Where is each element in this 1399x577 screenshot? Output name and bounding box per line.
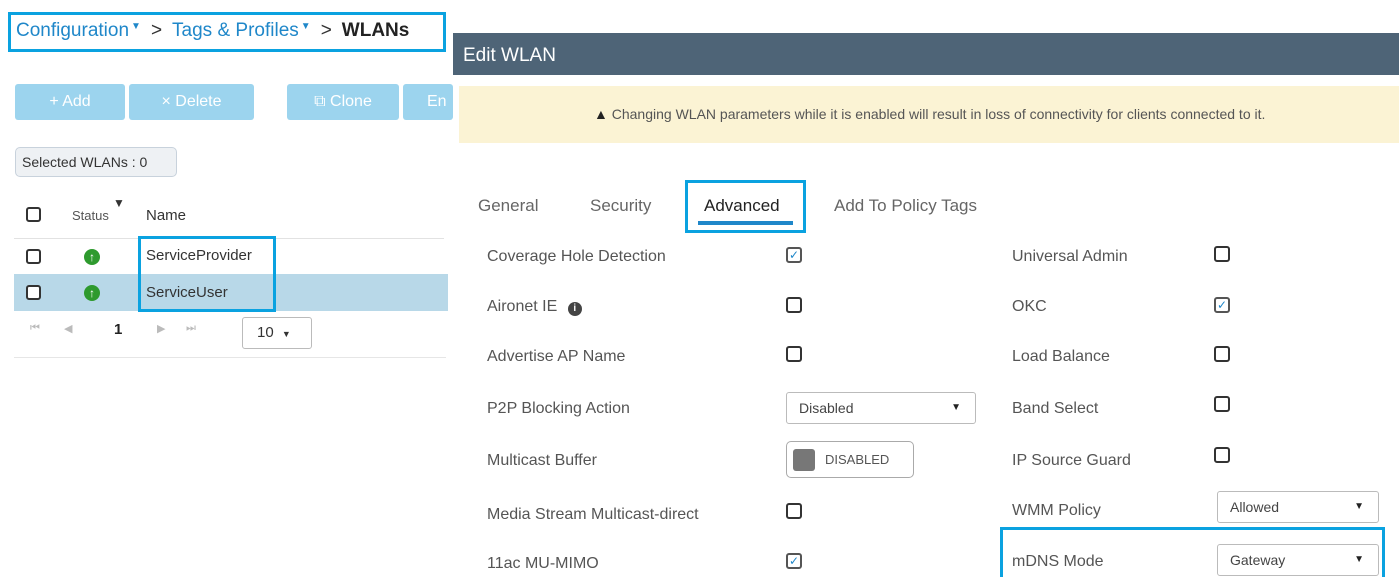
tab-general[interactable]: General [478, 196, 538, 216]
edit-wlan-header [453, 33, 1399, 75]
chevron-down-icon: ▼ [1354, 554, 1364, 565]
tab-advanced-highlight [685, 180, 806, 233]
toggle-knob [793, 449, 815, 471]
label-advertise-ap-name: Advertise AP Name [487, 348, 626, 365]
clone-label: Clone [330, 93, 372, 110]
aironet-ie-checkbox[interactable] [786, 297, 802, 313]
warning-icon: ▲ [594, 106, 608, 122]
label-aironet-ie: Aironet IE i [487, 298, 582, 316]
clone-button[interactable]: ⧉ Clone [287, 84, 399, 120]
label-11ac-mu-mimo: 11ac MU-MIMO [487, 555, 599, 572]
p2p-blocking-action-select[interactable]: Disabled ▼ [786, 392, 976, 424]
page-size-value: 10 [257, 324, 274, 341]
label-band-select: Band Select [1012, 400, 1099, 417]
last-page-icon[interactable]: ⏭ [186, 322, 196, 335]
selected-wlans-count: Selected WLANs : 0 [15, 147, 177, 177]
p2p-blocking-value: Disabled [799, 400, 854, 416]
wmm-policy-select[interactable]: Allowed ▼ [1217, 491, 1379, 523]
label-universal-admin: Universal Admin [1012, 248, 1128, 265]
edit-wlan-title: Edit WLAN [463, 45, 556, 66]
row-checkbox[interactable] [26, 249, 41, 264]
prev-page-icon[interactable]: ◀ [64, 322, 72, 335]
okc-checkbox[interactable]: ✓ [1214, 297, 1230, 313]
mu-mimo-checkbox[interactable]: ✓ [786, 553, 802, 569]
caret-down-icon[interactable]: ▼ [301, 21, 311, 32]
breadcrumb-separator: > [320, 20, 332, 41]
enable-button[interactable]: En [403, 84, 453, 120]
caret-down-icon[interactable]: ▼ [131, 21, 141, 32]
filter-icon[interactable]: ▼ [113, 196, 125, 210]
breadcrumb-current: WLANs [341, 20, 410, 41]
add-button[interactable]: + Add [15, 84, 125, 120]
chevron-down-icon: ▼ [1354, 501, 1364, 512]
breadcrumb-separator: > [150, 20, 163, 41]
clone-icon: ⧉ [314, 93, 326, 110]
label-coverage-hole-detection: Coverage Hole Detection [487, 248, 666, 265]
chevron-down-icon: ▼ [281, 329, 291, 339]
chevron-down-icon: ▼ [951, 402, 961, 413]
band-select-checkbox[interactable] [1214, 396, 1230, 412]
breadcrumb-configuration[interactable]: Configuration [16, 20, 129, 41]
label-multicast-buffer: Multicast Buffer [487, 452, 597, 469]
row-checkbox[interactable] [26, 285, 41, 300]
aironet-ie-text: Aironet IE [487, 298, 558, 315]
label-okc: OKC [1012, 298, 1047, 315]
wmm-policy-value: Allowed [1230, 499, 1280, 515]
column-header-name[interactable]: Name [146, 207, 186, 224]
multicast-buffer-toggle[interactable]: DISABLED [786, 441, 914, 478]
label-p2p-blocking-action: P2P Blocking Action [487, 400, 630, 417]
advertise-ap-name-checkbox[interactable] [786, 346, 802, 362]
select-all-checkbox[interactable] [26, 207, 41, 222]
delete-button[interactable]: × Delete [129, 84, 254, 120]
load-balance-checkbox[interactable] [1214, 346, 1230, 362]
label-ip-source-guard: IP Source Guard [1012, 452, 1131, 469]
media-stream-multicast-direct-checkbox[interactable] [786, 503, 802, 519]
ip-source-guard-checkbox[interactable] [1214, 447, 1230, 463]
warning-text: ▲ Changing WLAN parameters while it is e… [594, 106, 1265, 122]
status-up-icon: ↑ [84, 285, 100, 301]
label-wmm-policy: WMM Policy [1012, 502, 1101, 519]
column-header-status[interactable]: Status [72, 208, 109, 223]
mdns-mode-select[interactable]: Gateway ▼ [1217, 544, 1379, 576]
coverage-hole-detection-checkbox[interactable]: ✓ [786, 247, 802, 263]
info-icon[interactable]: i [567, 302, 582, 316]
status-up-icon: ↑ [84, 249, 100, 265]
wlan-names-highlight [138, 236, 276, 312]
toggle-state: DISABLED [825, 452, 890, 467]
tab-add-to-policy-tags[interactable]: Add To Policy Tags [834, 196, 977, 216]
grid-footer-line [14, 357, 446, 358]
page-size-select[interactable]: 10 ▼ [242, 317, 312, 349]
breadcrumb: Configuration ▼ > Tags & Profiles ▼ > WLANs [16, 20, 409, 42]
label-mdns-mode: mDNS Mode [1012, 553, 1104, 570]
mdns-mode-value: Gateway [1230, 552, 1286, 568]
tab-security[interactable]: Security [590, 196, 651, 216]
label-load-balance: Load Balance [1012, 348, 1110, 365]
warning-message: Changing WLAN parameters while it is ena… [611, 106, 1266, 122]
breadcrumb-tags-profiles[interactable]: Tags & Profiles [172, 20, 299, 41]
first-page-icon[interactable]: ⏮ [30, 322, 40, 335]
current-page: 1 [114, 321, 123, 338]
label-media-stream-multicast-direct: Media Stream Multicast-direct [487, 506, 699, 523]
next-page-icon[interactable]: ▶ [157, 322, 165, 335]
universal-admin-checkbox[interactable] [1214, 246, 1230, 262]
